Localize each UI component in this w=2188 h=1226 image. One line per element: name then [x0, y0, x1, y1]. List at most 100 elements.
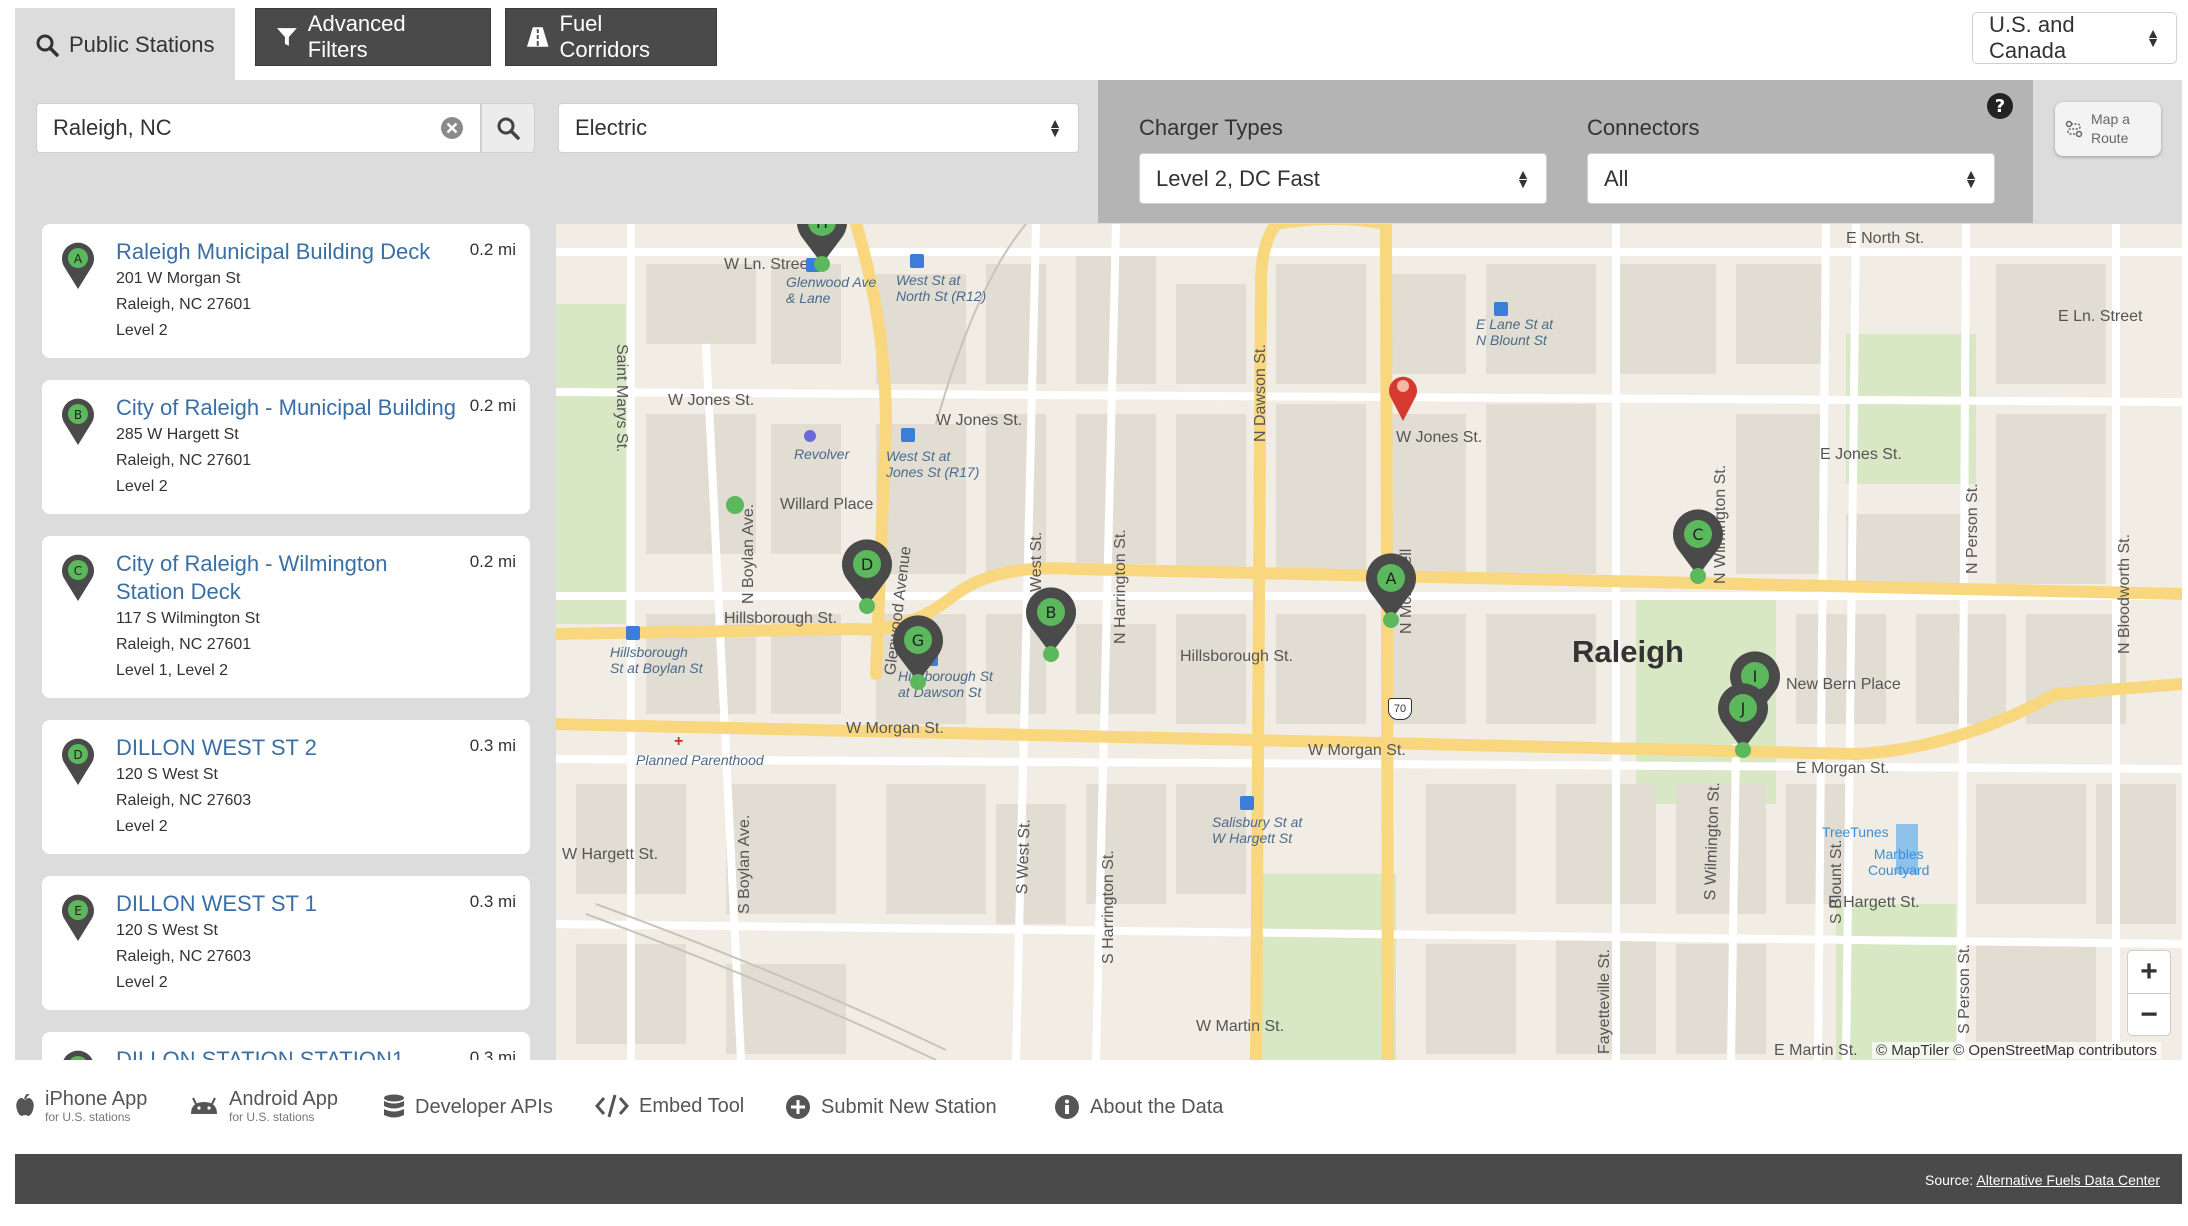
station-card-clip: F DILLON STATION STATION1 0.3 mi [42, 1032, 530, 1060]
search-button[interactable] [481, 103, 535, 153]
svg-text:B: B [74, 408, 82, 422]
region-select[interactable]: U.S. and Canada ▲ ▼ [1972, 12, 2177, 64]
street-label: W Jones St. [668, 392, 755, 409]
iphone-app-label: iPhone App [45, 1088, 148, 1110]
park [1836, 904, 1956, 1060]
svg-text:D: D [73, 748, 82, 762]
fuel-type-value: Electric [575, 115, 648, 140]
street-label: W Morgan St. [1308, 742, 1406, 759]
embed-tool-link[interactable]: Embed Tool [595, 1094, 744, 1118]
station-name-link[interactable]: Raleigh Municipal Building Deck [116, 238, 456, 266]
station-distance: 0.2 mi [469, 240, 516, 259]
connectors-select[interactable]: All ▲ ▼ [1587, 153, 1995, 204]
map-marker-j[interactable]: J [1714, 680, 1772, 760]
station-card[interactable]: F DILLON STATION STATION1 0.3 mi [42, 1032, 530, 1060]
street-label: S Blount St. [1828, 839, 1845, 925]
station-card[interactable]: B City of Raleigh - Municipal Building 0… [42, 380, 530, 514]
fuel-type-select[interactable]: Electric ▲ ▼ [558, 103, 1079, 153]
poi-label: Hillsborough St at Boylan St [610, 644, 703, 676]
map-a-route-button[interactable]: Map a Route [2055, 102, 2161, 156]
street-label: E Jones St. [1820, 446, 1902, 463]
station-address: 117 S Wilmington St [116, 610, 260, 627]
street-label: W Morgan St. [846, 720, 944, 737]
street-label: W Hargett St. [562, 846, 659, 863]
station-level: Level 2 [116, 322, 168, 339]
tab-advanced-filters[interactable]: Advanced Filters [255, 8, 491, 66]
bus-stop-icon [1494, 302, 1508, 316]
map-attribution[interactable]: © MapTiler © OpenStreetMap contributors [1872, 1042, 2161, 1059]
map-marker-g[interactable]: G [889, 612, 947, 692]
svg-text:D: D [861, 555, 873, 574]
station-card[interactable]: E DILLON WEST ST 1 0.3 mi 120 S West St … [42, 876, 530, 1010]
street-label: Fayetteville St. [1596, 949, 1613, 1054]
station-map[interactable]: Raleigh W Ln. Street E North St. E Ln. S… [556, 224, 2182, 1060]
code-icon [595, 1094, 629, 1118]
station-card[interactable]: C City of Raleigh - Wilmington Station D… [42, 536, 530, 698]
android-app-sub: for U.S. stations [229, 1110, 315, 1124]
bus-stop-icon [626, 626, 640, 640]
marker-pin-icon: C [62, 554, 94, 601]
street-label: E Ln. Street [2058, 308, 2143, 325]
station-card[interactable]: A Raleigh Municipal Building Deck 0.2 mi… [42, 224, 530, 358]
map-a-route-label: Map a Route [2091, 111, 2130, 146]
clear-icon[interactable] [440, 116, 464, 140]
station-name-link[interactable]: DILLON WEST ST 1 [116, 890, 456, 918]
street-label: N Harrington St. [1112, 529, 1129, 644]
svg-text:A: A [74, 252, 83, 266]
station-name-link[interactable]: DILLON STATION STATION1 [116, 1046, 456, 1060]
iphone-app-link[interactable]: iPhone App for U.S. stations [15, 1088, 147, 1124]
tab-fuel-corridors[interactable]: Fuel Corridors [505, 8, 717, 66]
tab-label: Public Stations [69, 31, 215, 57]
station-dot[interactable] [726, 496, 744, 514]
station-name-link[interactable]: City of Raleigh - Wilmington Station Dec… [116, 550, 416, 606]
svg-text:E: E [74, 904, 82, 918]
poi-label: E Lane St at N Blount St [1476, 316, 1554, 348]
developer-apis-link[interactable]: Developer APIs [383, 1094, 553, 1120]
street-label: N Dawson St. [1252, 344, 1269, 442]
station-address: 201 W Morgan St [116, 270, 241, 287]
station-name-link[interactable]: City of Raleigh - Municipal Building [116, 394, 466, 422]
svg-text:G: G [912, 631, 924, 650]
street-label: N Bloodworth St. [2116, 533, 2133, 654]
select-arrows-icon: ▲ ▼ [1048, 115, 1062, 140]
location-search-input[interactable]: Raleigh, NC [36, 103, 481, 153]
map-marker-c[interactable]: C [1669, 506, 1727, 586]
station-city: Raleigh, NC 27601 [116, 296, 252, 313]
zoom-in-button[interactable]: + [2128, 951, 2170, 994]
map-marker-d[interactable]: D [838, 536, 896, 616]
marker-pin-icon: D [62, 738, 94, 785]
street-label: Willard Place [780, 496, 874, 513]
plus-circle-icon [786, 1095, 810, 1119]
map-marker-a[interactable]: A [1362, 550, 1420, 630]
embed-tool-label: Embed Tool [639, 1094, 745, 1117]
svg-text:?: ? [1995, 96, 2005, 117]
source-link[interactable]: Alternative Fuels Data Center [1976, 1172, 2160, 1188]
database-icon [384, 1094, 404, 1118]
street-label: N Boylan Ave. [740, 503, 757, 604]
map-marker-h[interactable]: H [793, 224, 851, 274]
svg-text:C: C [74, 564, 82, 578]
poi-label: Marbles Courtyard [1868, 846, 1930, 878]
submit-new-station-link[interactable]: Submit New Station [785, 1094, 997, 1120]
street-label: S Harrington St. [1100, 850, 1117, 964]
about-the-data-link[interactable]: About the Data [1054, 1094, 1223, 1120]
help-icon[interactable]: ? [1986, 92, 2014, 120]
bar-icon [804, 430, 816, 442]
svg-text:J: J [1740, 699, 1746, 718]
android-app-link[interactable]: Android App for U.S. stations [189, 1088, 338, 1124]
connectors-label: Connectors [1587, 115, 1700, 140]
source-label: Source: [1924, 1172, 1974, 1188]
station-name-link[interactable]: DILLON WEST ST 2 [116, 734, 456, 762]
svg-text:A: A [1386, 569, 1397, 588]
zoom-out-button[interactable]: − [2128, 994, 2170, 1036]
tab-public-stations[interactable]: Public Stations [15, 8, 235, 81]
map-marker-b[interactable]: B [1022, 584, 1080, 664]
developer-apis-label: Developer APIs [415, 1095, 553, 1118]
charger-types-select[interactable]: Level 2, DC Fast ▲ ▼ [1139, 153, 1547, 204]
street-label: S Boylan Ave. [736, 814, 753, 914]
search-icon [497, 117, 520, 140]
street-label: W Jones St. [936, 412, 1023, 429]
station-card[interactable]: D DILLON WEST ST 2 0.3 mi 120 S West St … [42, 720, 530, 854]
station-address: 285 W Hargett St [116, 426, 239, 443]
tab-label: Advanced Filters [307, 11, 406, 62]
